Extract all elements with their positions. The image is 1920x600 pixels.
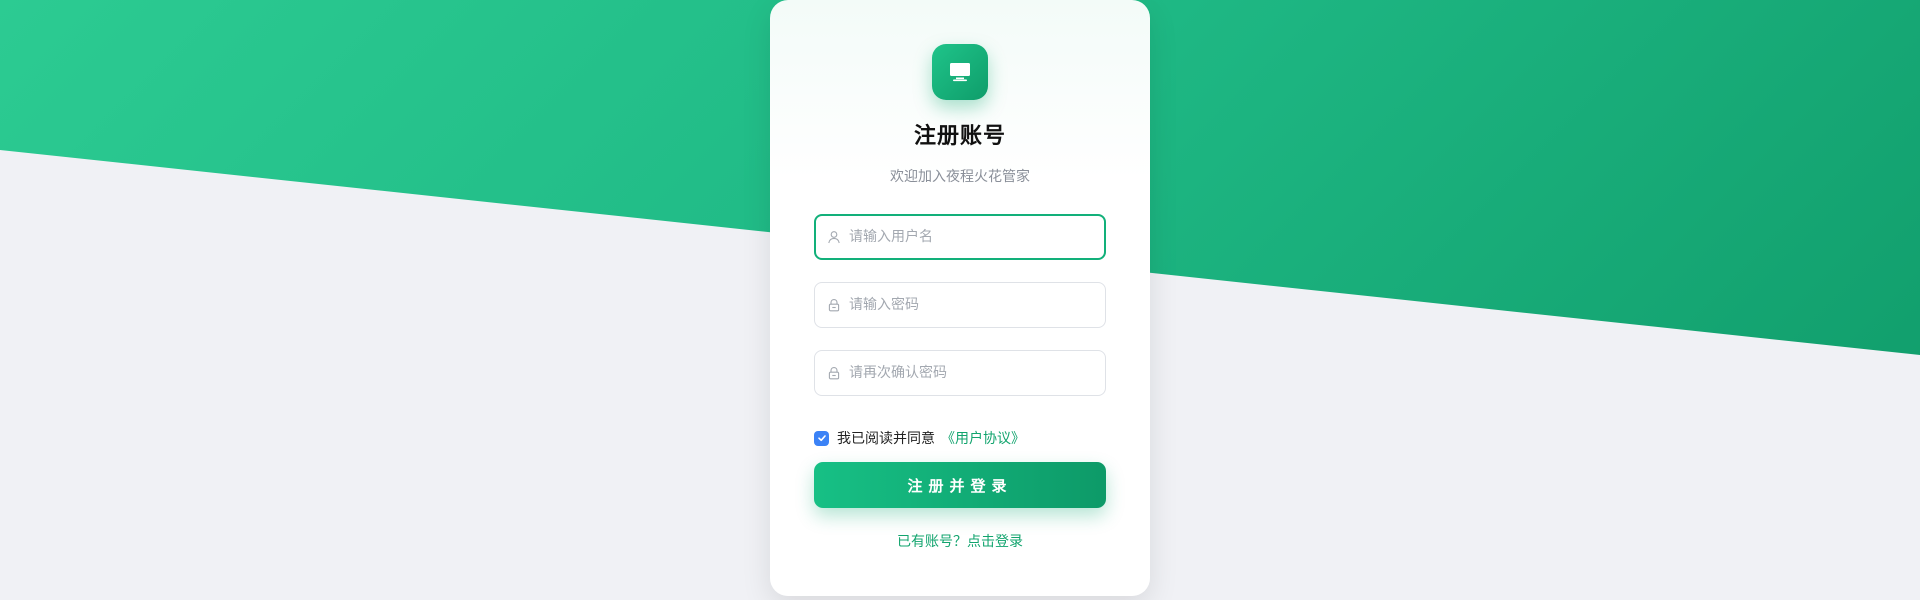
user-agreement-link[interactable]: 《用户协议》: [941, 428, 1025, 448]
lock-icon: [828, 367, 840, 380]
agreement-label: 我已阅读并同意: [837, 431, 935, 447]
confirm-password-field[interactable]: [814, 350, 1106, 396]
register-card: 注册账号 欢迎加入夜程火花管家 我已阅读并同意 《用户协议》: [770, 0, 1150, 596]
page-subtitle: 欢迎加入夜程火花管家: [890, 169, 1030, 185]
user-icon: [828, 231, 840, 244]
app-logo: [932, 44, 988, 100]
username-input[interactable]: [849, 216, 1089, 258]
agreement-checkbox[interactable]: [814, 430, 829, 446]
page-title: 注册账号: [913, 124, 1006, 149]
check-icon: [817, 435, 826, 442]
monitor-icon: [950, 63, 970, 82]
register-login-button[interactable]: 注册并登录: [814, 462, 1106, 508]
lock-icon: [828, 299, 840, 312]
login-link[interactable]: 已有账号？点击登录: [770, 531, 1150, 551]
confirm-password-input[interactable]: [849, 351, 1089, 395]
password-field[interactable]: [814, 282, 1106, 328]
password-input[interactable]: [849, 283, 1089, 327]
agreement-row: 我已阅读并同意 《用户协议》: [814, 429, 1025, 447]
username-field[interactable]: [814, 214, 1106, 260]
